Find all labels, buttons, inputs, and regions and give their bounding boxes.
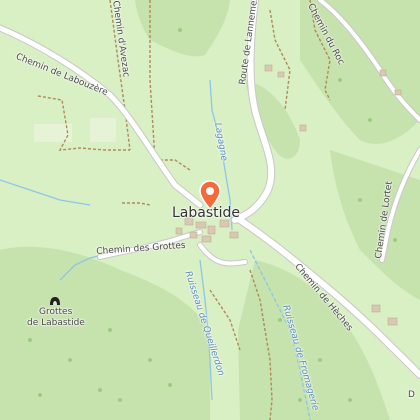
map-view[interactable]: Chemin de Labouzère Chemin d'Avezac Rout… — [0, 0, 420, 420]
poi-label-line2: de Labastide — [27, 318, 85, 328]
field-areas — [34, 118, 116, 142]
road-label-d: D — [408, 390, 415, 400]
poi-label-line1: Grottes — [39, 307, 73, 317]
location-pin-icon[interactable] — [197, 180, 223, 210]
road-chemin-de-labouzere — [0, 25, 203, 208]
cave-icon[interactable] — [50, 297, 60, 305]
